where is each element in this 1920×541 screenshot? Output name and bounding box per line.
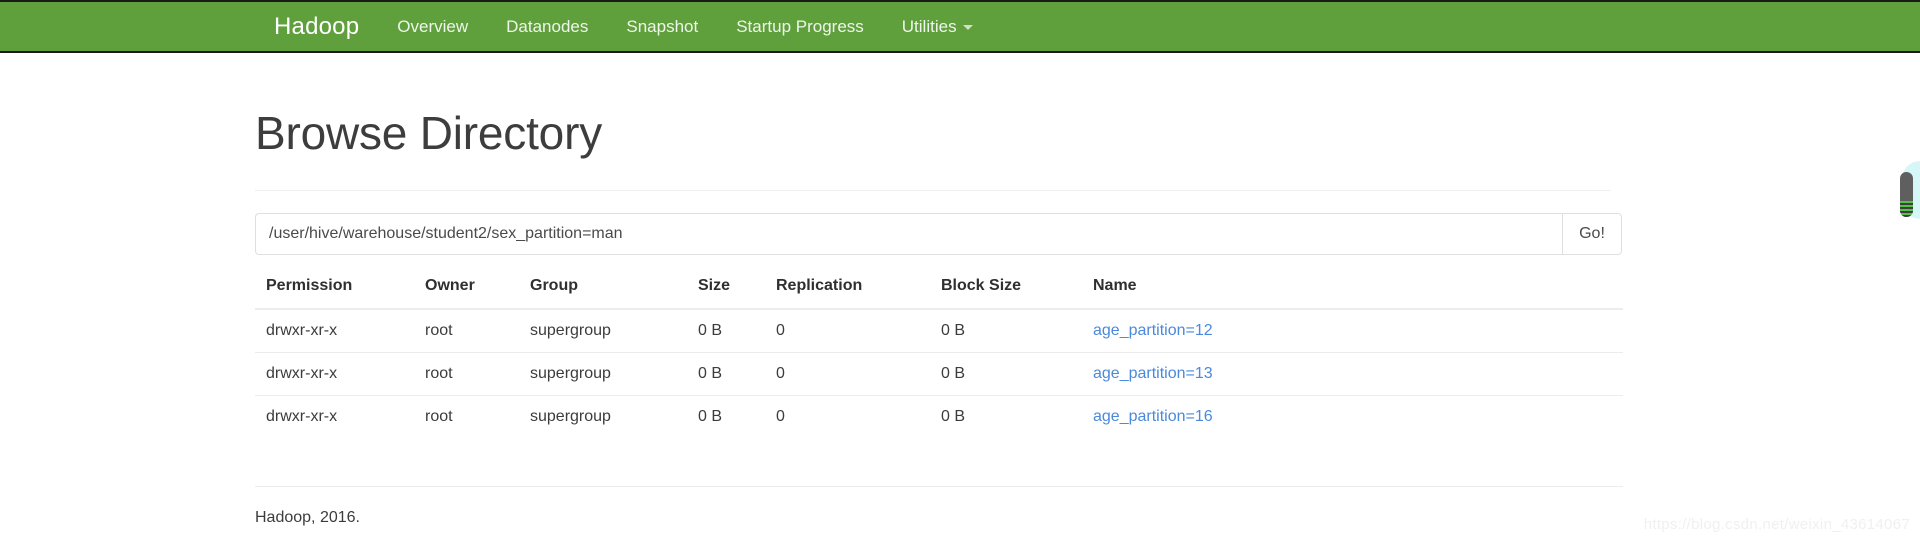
footer-text: Hadoop, 2016.	[255, 509, 360, 526]
cell-group: supergroup	[530, 352, 698, 396]
caret-down-icon	[962, 25, 973, 31]
navbar-items: Hadoop Overview Datanodes Snapshot Start…	[255, 2, 992, 51]
cell-group: supergroup	[530, 395, 698, 438]
page-title: Browse Directory	[255, 107, 602, 159]
nav-item-snapshot[interactable]: Snapshot	[607, 2, 717, 51]
vertical-scrollbar-thumb[interactable]	[1900, 172, 1913, 217]
cell-block-size: 0 B	[941, 322, 966, 339]
top-navbar: Hadoop Overview Datanodes Snapshot Start…	[0, 0, 1920, 53]
page-container: Browse Directory Go! Permission Owner Gr…	[0, 106, 1920, 527]
cell-owner: root	[425, 395, 530, 438]
vertical-scrollbar-track[interactable]	[1900, 53, 1920, 541]
directory-link[interactable]: age_partition=16	[1093, 408, 1213, 425]
column-header-owner[interactable]: Owner	[425, 277, 530, 310]
directory-link[interactable]: age_partition=12	[1093, 322, 1213, 339]
cell-permission: drwxr-xr-x	[266, 322, 338, 339]
cell-replication: 0	[776, 352, 941, 396]
table-row: drwxr-xr-x root supergroup 0 B 0 0 B age…	[255, 395, 1623, 438]
cell-size: 0 B	[698, 352, 776, 396]
table-header-row: Permission Owner Group Size Replication …	[255, 277, 1623, 310]
cell-replication: 0	[776, 322, 785, 339]
nav-item-utilities[interactable]: Utilities	[883, 2, 992, 51]
column-header-group[interactable]: Group	[530, 277, 698, 310]
cell-group: supergroup	[530, 322, 611, 339]
cell-permission: drwxr-xr-x	[255, 352, 425, 396]
cell-name: age_partition=13	[1093, 352, 1623, 396]
cell-size: 0 B	[698, 395, 776, 438]
directory-listing-table: Permission Owner Group Size Replication …	[255, 277, 1623, 438]
column-header-size[interactable]: Size	[698, 277, 776, 310]
cell-block-size: 0 B	[941, 352, 1093, 396]
nav-item-startup-progress[interactable]: Startup Progress	[717, 2, 883, 51]
table-header: Permission Owner Group Size Replication …	[255, 277, 1623, 310]
title-divider	[255, 190, 1610, 191]
scrollbar-thumb-stripes	[1900, 201, 1913, 217]
nav-item-utilities-label: Utilities	[901, 17, 957, 36]
cell-owner: root	[425, 322, 453, 339]
column-header-permission[interactable]: Permission	[255, 277, 425, 310]
cell-block-size: 0 B	[941, 395, 1093, 438]
path-input[interactable]	[255, 213, 1562, 255]
cell-name: age_partition=12	[1093, 309, 1623, 353]
nav-item-datanodes[interactable]: Datanodes	[487, 2, 607, 51]
cell-permission: drwxr-xr-x	[255, 395, 425, 438]
cell-name: age_partition=16	[1093, 395, 1623, 438]
column-header-block-size[interactable]: Block Size	[941, 277, 1093, 310]
cell-size: 0 B	[698, 322, 723, 339]
brand-hadoop[interactable]: Hadoop	[255, 2, 378, 51]
table-body: drwxr-xr-x root supergroup 0 B 0 0 B age…	[255, 309, 1623, 438]
directory-link[interactable]: age_partition=13	[1093, 365, 1213, 382]
nav-item-overview[interactable]: Overview	[378, 2, 487, 51]
column-header-replication[interactable]: Replication	[776, 277, 941, 310]
go-button[interactable]: Go!	[1562, 213, 1622, 255]
column-header-name[interactable]: Name	[1093, 277, 1623, 310]
cell-owner: root	[425, 352, 530, 396]
cell-replication: 0	[776, 395, 941, 438]
footer-divider	[255, 486, 1623, 487]
watermark: https://blog.csdn.net/weixin_43614067	[1643, 516, 1910, 533]
table-row: drwxr-xr-x root supergroup 0 B 0 0 B age…	[255, 352, 1623, 396]
path-form: Go!	[255, 213, 1622, 255]
table-row: drwxr-xr-x root supergroup 0 B 0 0 B age…	[255, 309, 1623, 353]
